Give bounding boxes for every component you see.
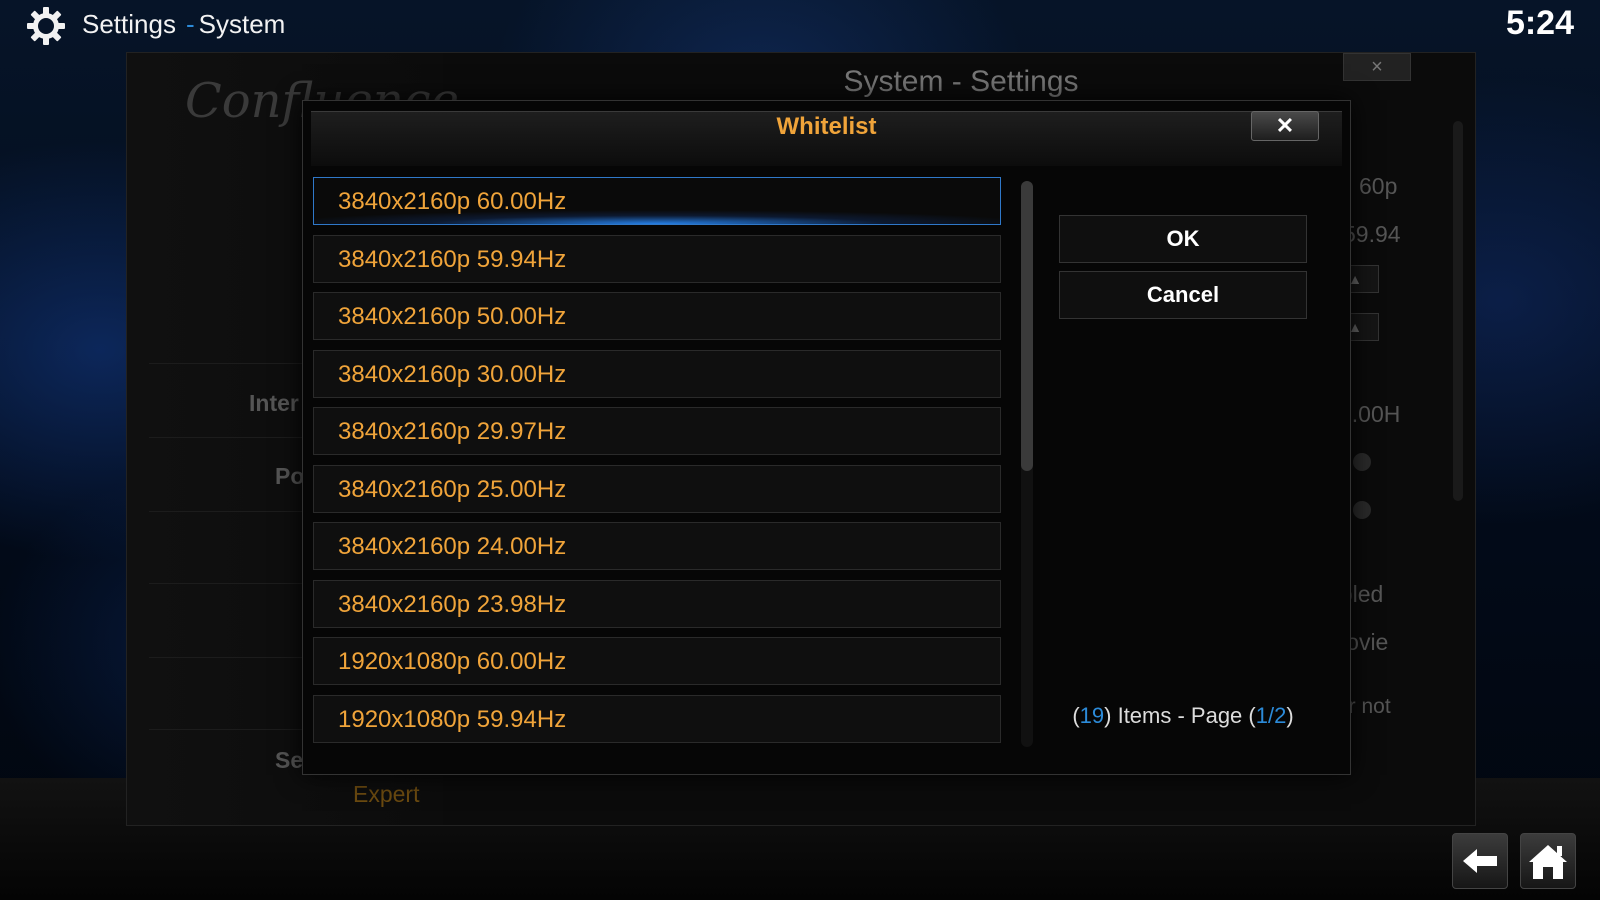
back-arrow-icon [1463,849,1497,873]
list-item-label: 3840x2160p 29.97Hz [338,418,567,445]
dialog-title: Whitelist [776,113,877,140]
breadcrumb-section: Settings [82,9,176,39]
settings-scrollbar[interactable] [1453,121,1463,501]
list-item-label: 3840x2160p 23.98Hz [338,590,567,618]
list-item-label: 3840x2160p 24.00Hz [338,533,567,560]
ok-button[interactable]: OK [1059,215,1307,263]
list-item[interactable]: 3840x2160p 30.00Hz [313,349,1001,398]
list-item-label: 1920x1080p 59.94Hz [338,705,567,733]
breadcrumb-subsection: System [198,9,286,39]
category-label: Po [275,463,305,489]
list-item-label: 3840x2160p 30.00Hz [338,360,567,388]
radio-toggle[interactable] [1353,501,1371,519]
list-item[interactable]: 3840x2160p 50.00Hz [313,292,1001,340]
setting-value: 60p [1359,173,1398,199]
settings-close-button[interactable]: × [1343,53,1411,81]
list-item-label: 3840x2160p 25.00Hz [338,475,567,503]
list-item[interactable]: 3840x2160p 29.97Hz [313,407,1001,455]
clock: 5:24 [1505,4,1574,42]
list-item[interactable]: 3840x2160p 24.00Hz [313,522,1001,570]
dialog-close-button[interactable]: ✕ [1251,111,1319,141]
gear-icon [27,7,65,45]
setting-value: 59.94 [1343,221,1401,247]
settings-level-value: Expert [353,781,420,807]
top-bar: Settings - System 5:24 [0,0,1600,52]
breadcrumb-separator: - [185,9,195,39]
breadcrumb: Settings - System [82,9,285,40]
list-item[interactable]: 1920x1080p 59.94Hz [313,694,1001,743]
item-count: 19 [1079,703,1105,728]
page-info-text: ) Items - Page ( [1104,703,1256,728]
radio-toggle[interactable] [1353,453,1371,471]
list-scrollbar-thumb[interactable] [1021,181,1033,471]
settings-window-title: System - Settings [843,65,1079,98]
back-button[interactable] [1452,833,1508,889]
whitelist-dialog: Whitelist ✕ 3840x2160p 60.00Hz 3840x2160… [302,100,1351,775]
list-item-label: 3840x2160p 50.00Hz [338,303,567,330]
home-button[interactable] [1520,833,1576,889]
list-scrollbar[interactable] [1021,181,1033,747]
resolution-list: 3840x2160p 60.00Hz 3840x2160p 59.94Hz 38… [313,177,1001,752]
category-label: Inter [249,390,299,416]
list-item[interactable]: 3840x2160p 59.94Hz [313,234,1001,283]
page-info-text: ) [1286,703,1294,728]
list-item[interactable]: 3840x2160p 23.98Hz [313,579,1001,628]
page-info: (19) Items - Page (1/2) [1059,703,1307,729]
list-item-label: 3840x2160p 60.00Hz [338,188,567,215]
list-item-label: 3840x2160p 59.94Hz [338,245,567,273]
page-number: 1/2 [1255,703,1287,728]
list-item[interactable]: 1920x1080p 60.00Hz [313,637,1001,685]
list-item[interactable]: 3840x2160p 60.00Hz [313,177,1001,225]
page-info-text: ( [1072,703,1080,728]
list-item[interactable]: 3840x2160p 25.00Hz [313,464,1001,513]
home-icon [1529,845,1567,879]
cancel-button[interactable]: Cancel [1059,271,1307,319]
list-item-label: 1920x1080p 60.00Hz [338,648,567,675]
